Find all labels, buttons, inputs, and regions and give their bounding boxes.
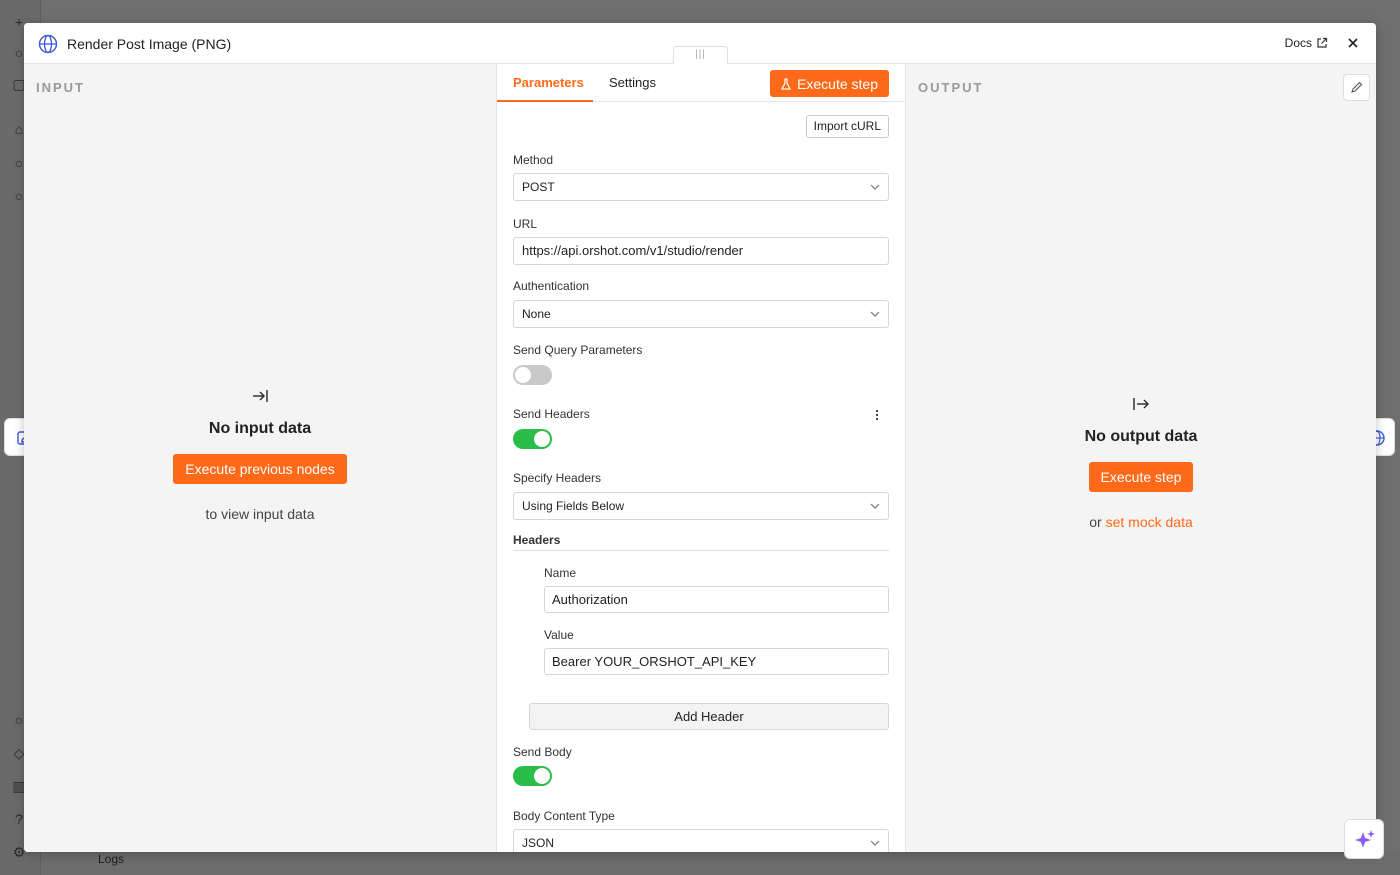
input-empty-title: No input data xyxy=(208,420,312,437)
body-content-type-select[interactable]: JSON xyxy=(513,829,889,852)
chevron-down-icon xyxy=(870,503,880,509)
external-link-icon xyxy=(1317,37,1328,48)
logs-bar: Logs xyxy=(41,851,1400,875)
arrow-to-line-icon xyxy=(253,390,268,402)
execute-step-button[interactable]: Execute step xyxy=(770,70,889,97)
tabs: Parameters Settings Execute step xyxy=(497,64,905,102)
method-select[interactable]: POST xyxy=(513,173,889,201)
tab-settings[interactable]: Settings xyxy=(609,75,656,90)
url-input[interactable]: https://api.orshot.com/v1/studio/render xyxy=(513,237,889,265)
import-curl-button[interactable]: Import cURL xyxy=(805,115,889,138)
headers-section-title: Headers xyxy=(513,533,889,551)
pencil-icon xyxy=(1351,81,1363,93)
send-query-toggle[interactable] xyxy=(513,365,552,385)
docs-link[interactable]: Docs xyxy=(1285,36,1328,50)
body-content-type-label: Body Content Type xyxy=(513,809,615,823)
output-empty-title: No output data xyxy=(1084,428,1198,445)
modal-header: Render Post Image (PNG) Docs ||| xyxy=(24,23,1376,64)
tab-parameters[interactable]: Parameters xyxy=(513,75,584,90)
send-body-toggle[interactable] xyxy=(513,766,552,786)
chevron-down-icon xyxy=(870,840,880,846)
send-query-label: Send Query Parameters xyxy=(513,343,643,357)
output-empty-state: No output data Execute step or set mock … xyxy=(906,394,1376,530)
drag-handle[interactable]: ||| xyxy=(673,46,728,64)
output-sub-prefix: or xyxy=(1089,514,1102,530)
header-value-label: Value xyxy=(544,628,574,642)
node-title[interactable]: Render Post Image (PNG) xyxy=(67,36,231,52)
node-details-modal: Render Post Image (PNG) Docs ||| INPUT N… xyxy=(24,23,1376,852)
execute-previous-nodes-button[interactable]: Execute previous nodes xyxy=(173,454,347,484)
more-options-icon[interactable] xyxy=(875,409,879,421)
authentication-value: None xyxy=(522,307,551,321)
header-name-label: Name xyxy=(544,566,577,580)
send-body-label: Send Body xyxy=(513,745,572,759)
close-icon[interactable] xyxy=(1344,34,1362,52)
input-panel-label: INPUT xyxy=(36,80,85,95)
arrow-from-line-icon xyxy=(1133,398,1150,410)
authentication-label: Authentication xyxy=(513,279,590,293)
logs-label[interactable]: Logs xyxy=(98,852,124,866)
body-content-type-value: JSON xyxy=(522,836,555,850)
send-headers-toggle[interactable] xyxy=(513,429,552,449)
chevron-down-icon xyxy=(870,184,880,190)
flask-icon xyxy=(781,77,792,90)
parameters-panel: Parameters Settings Execute step Import … xyxy=(496,64,905,852)
output-empty-sub: or set mock data xyxy=(906,514,1376,530)
sparkle-icon xyxy=(1355,830,1375,848)
ai-assistant-button[interactable] xyxy=(1344,819,1384,859)
output-panel-label: OUTPUT xyxy=(918,80,984,95)
toggle-knob xyxy=(515,367,531,383)
input-panel: INPUT No input data Execute previous nod… xyxy=(24,64,496,852)
authentication-select[interactable]: None xyxy=(513,300,889,328)
specify-headers-select[interactable]: Using Fields Below xyxy=(513,492,889,520)
input-empty-sub: to view input data xyxy=(205,506,315,522)
url-label: URL xyxy=(513,217,538,231)
execute-step-label: Execute step xyxy=(797,75,878,92)
output-execute-step-button[interactable]: Execute step xyxy=(1088,462,1194,492)
add-header-button[interactable]: Add Header xyxy=(529,703,889,730)
specify-headers-label: Specify Headers xyxy=(513,471,602,485)
method-value: POST xyxy=(522,180,555,194)
toggle-knob xyxy=(534,768,550,784)
toggle-knob xyxy=(534,431,550,447)
output-panel: OUTPUT No output data Execute step or se… xyxy=(905,64,1376,852)
header-name-input[interactable]: Authorization xyxy=(544,586,889,613)
set-mock-data-link[interactable]: set mock data xyxy=(1106,514,1193,530)
specify-headers-value: Using Fields Below xyxy=(522,499,625,513)
globe-icon xyxy=(38,34,58,54)
chevron-down-icon xyxy=(870,311,880,317)
input-empty-state: No input data Execute previous nodes to … xyxy=(24,386,496,522)
edit-output-button[interactable] xyxy=(1343,74,1370,101)
send-headers-label: Send Headers xyxy=(513,407,590,421)
active-tab-indicator xyxy=(497,100,593,102)
method-label: Method xyxy=(513,153,554,167)
docs-label: Docs xyxy=(1284,36,1312,50)
header-value-input[interactable]: Bearer YOUR_ORSHOT_API_KEY xyxy=(544,648,889,675)
